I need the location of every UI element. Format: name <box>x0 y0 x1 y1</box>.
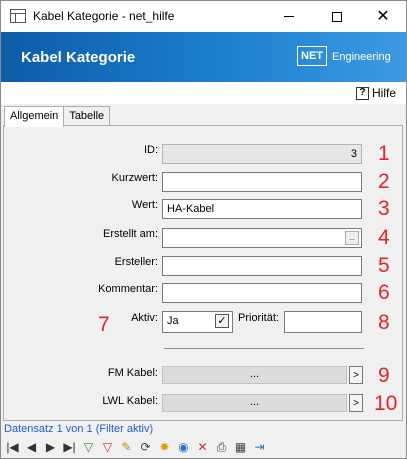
annotation-number: 6 <box>378 281 390 304</box>
fm-kabel-open-button[interactable]: > <box>349 366 363 384</box>
date-picker-button[interactable]: .. <box>345 231 359 245</box>
kommentar-field[interactable] <box>162 283 362 303</box>
annotation-number: 10 <box>374 392 398 415</box>
annotation-number: 3 <box>378 197 390 220</box>
lwl-kabel-label: LWL Kabel: <box>102 395 158 407</box>
ersteller-label: Ersteller: <box>114 256 158 268</box>
wert-field[interactable]: HA-Kabel <box>162 199 362 219</box>
aktiv-field[interactable]: Ja ✓ <box>162 311 233 333</box>
net-logo: NET <box>297 46 327 66</box>
logo-text: Engineering <box>332 51 391 63</box>
lwl-kabel-open-button[interactable]: > <box>349 394 363 412</box>
record-status: Datensatz 1 von 1 (Filter aktiv) <box>4 423 154 435</box>
annotation-number: 4 <box>378 226 390 249</box>
remove-filter-icon[interactable]: ▽ <box>98 438 117 456</box>
lwl-kabel-lookup[interactable]: ... <box>162 394 347 412</box>
question-mark-icon: ? <box>355 86 369 100</box>
section-divider <box>164 348 364 349</box>
minimize-button[interactable] <box>266 1 312 32</box>
add-filter-icon[interactable]: ▽ <box>79 438 98 456</box>
globe-refresh-icon[interactable]: ◉ <box>174 438 193 456</box>
fm-kabel-label: FM Kabel: <box>107 367 158 379</box>
last-record-icon[interactable]: ▶| <box>60 438 79 456</box>
wert-label: Wert: <box>131 199 158 211</box>
help-bar: ? Hilfe <box>1 82 406 104</box>
kurzwert-label: Kurzwert: <box>111 172 158 184</box>
ersteller-field[interactable] <box>162 256 362 276</box>
checkmark-icon[interactable]: ✓ <box>215 314 229 328</box>
refresh-icon[interactable]: ⟳ <box>136 438 155 456</box>
erstellt-am-label: Erstellt am: <box>102 228 158 240</box>
fm-kabel-lookup[interactable]: ... <box>162 366 347 384</box>
aktiv-value: Ja <box>167 315 179 327</box>
close-icon: ✕ <box>376 7 390 25</box>
tab-panel-allgemein: ID: 3 1 Kurzwert: 2 Wert: HA-Kabel 3 Ers… <box>3 125 403 421</box>
annotation-number: 7 <box>98 313 110 336</box>
next-record-icon[interactable]: ▶ <box>41 438 60 456</box>
edit-pencil-icon[interactable]: ✎ <box>117 438 136 456</box>
tab-tabelle[interactable]: Tabelle <box>63 106 111 126</box>
first-record-icon[interactable]: |◀ <box>3 438 22 456</box>
exit-icon[interactable]: ⇥ <box>250 438 269 456</box>
id-field: 3 <box>162 144 362 164</box>
annotation-number: 2 <box>378 170 390 193</box>
navigation-toolbar: |◀ ◀ ▶ ▶| ▽ ▽ ✎ ⟳ ✸ ◉ ✕ ⎙ ▦ ⇥ <box>3 438 269 456</box>
annotation-number: 5 <box>378 254 390 277</box>
kommentar-label: Kommentar: <box>98 283 158 295</box>
help-label: Hilfe <box>371 86 396 100</box>
erstellt-am-field[interactable]: .. <box>162 228 362 248</box>
delete-icon[interactable]: ✕ <box>193 438 212 456</box>
print-icon[interactable]: ⎙ <box>212 438 231 456</box>
table-view-icon[interactable]: ▦ <box>231 438 250 456</box>
window-title: Kabel Kategorie - net_hilfe <box>33 9 175 23</box>
table-icon <box>10 9 26 23</box>
minimize-icon <box>284 16 294 17</box>
title-bar: Kabel Kategorie - net_hilfe ✕ <box>1 1 406 32</box>
prioritaet-field[interactable] <box>284 311 362 333</box>
new-record-sun-icon[interactable]: ✸ <box>155 438 174 456</box>
tab-allgemein[interactable]: Allgemein <box>4 106 65 127</box>
close-button[interactable]: ✕ <box>360 1 406 32</box>
dialog-window: Kabel Kategorie - net_hilfe ✕ Kabel Kate… <box>0 0 407 459</box>
prioritaet-label: Priorität: <box>238 312 279 324</box>
previous-record-icon[interactable]: ◀ <box>22 438 41 456</box>
aktiv-label: Aktiv: <box>131 312 158 324</box>
id-label: ID: <box>143 144 158 156</box>
banner-title: Kabel Kategorie <box>21 49 136 66</box>
kurzwert-field[interactable] <box>162 172 362 192</box>
header-banner: Kabel Kategorie NET Engineering <box>1 32 406 82</box>
maximize-button[interactable] <box>314 1 360 32</box>
maximize-icon <box>332 11 342 22</box>
annotation-number: 1 <box>378 142 390 165</box>
tab-strip: Allgemein Tabelle <box>4 106 111 127</box>
help-button[interactable]: ? Hilfe <box>355 86 396 100</box>
annotation-number: 9 <box>378 364 390 387</box>
annotation-number: 8 <box>378 311 390 334</box>
